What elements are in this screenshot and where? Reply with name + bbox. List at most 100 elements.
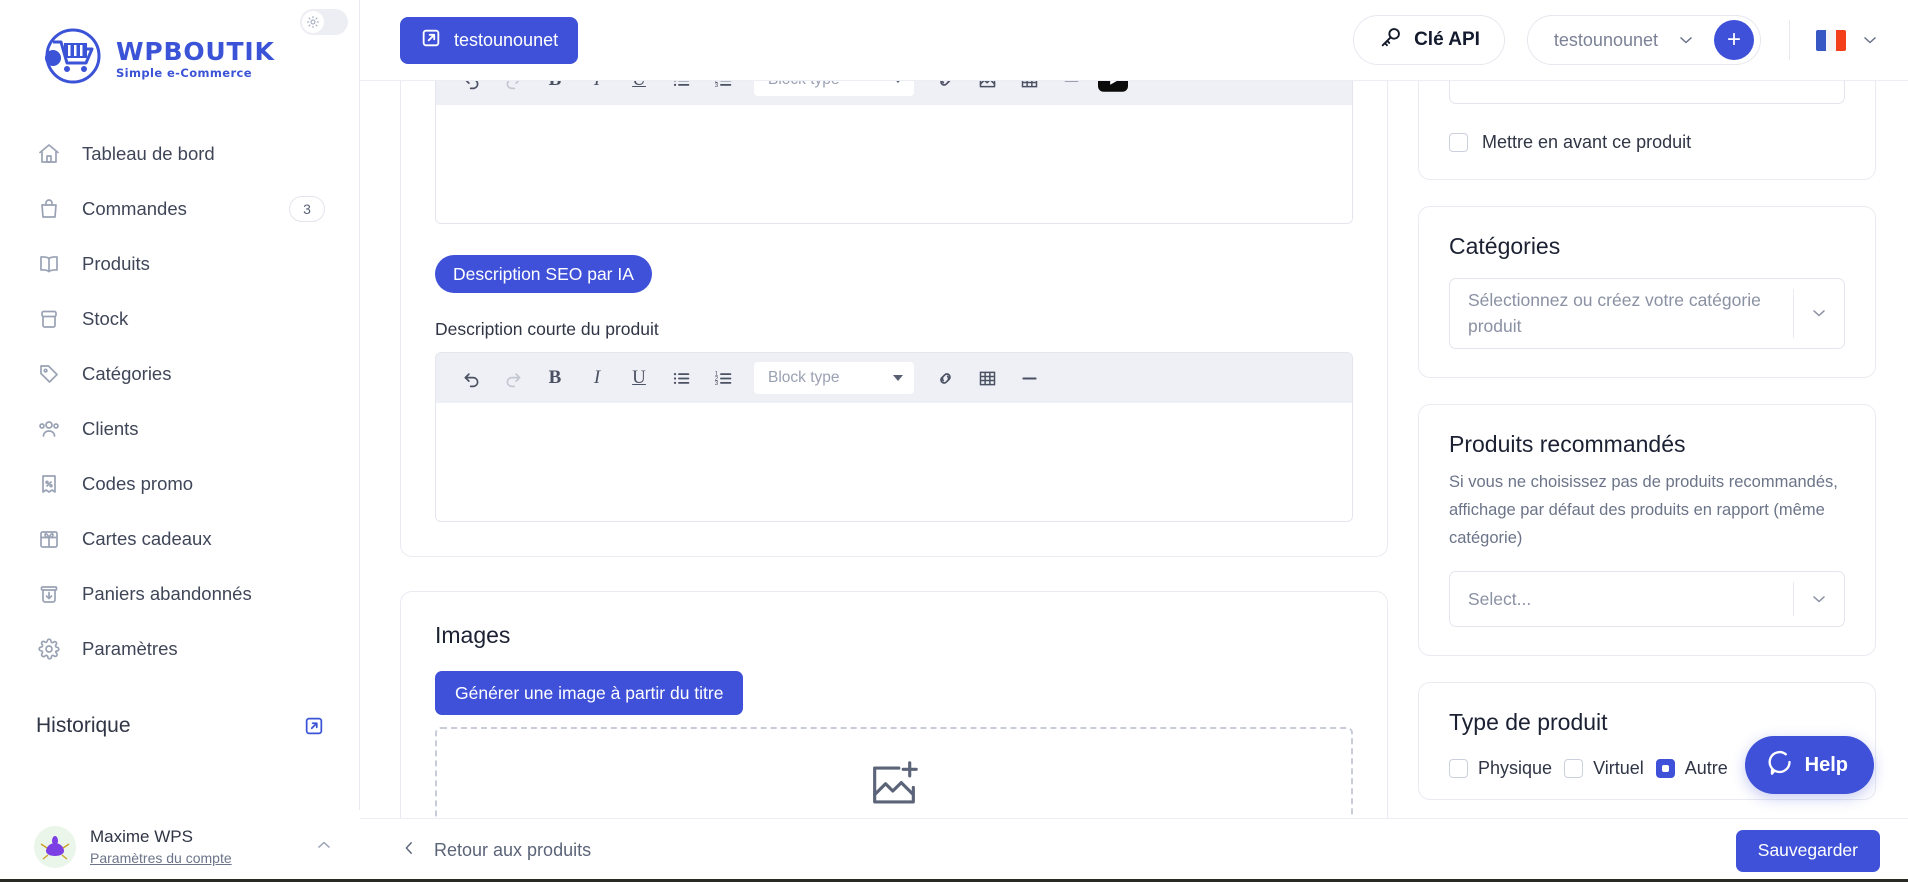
sidebar-item-produits[interactable]: Produits bbox=[0, 236, 359, 291]
tag-icon bbox=[36, 361, 62, 387]
editor-toolbar: B I U 123 Block type bbox=[436, 81, 1352, 105]
open-shop-button[interactable]: testounounet bbox=[400, 16, 579, 64]
chevron-down-icon[interactable] bbox=[1794, 589, 1844, 609]
bold-icon[interactable]: B bbox=[534, 81, 576, 101]
short-description-label: Description courte du produit bbox=[435, 319, 659, 339]
insert-table-icon[interactable] bbox=[1008, 81, 1050, 101]
categories-title: Catégories bbox=[1449, 233, 1561, 259]
recommended-select[interactable]: Select... bbox=[1449, 570, 1845, 627]
product-type-option-physique[interactable]: Physique bbox=[1449, 758, 1552, 779]
undo-icon[interactable] bbox=[450, 357, 492, 399]
physique-checkbox[interactable] bbox=[1449, 758, 1468, 778]
chevron-down-icon[interactable] bbox=[1676, 30, 1696, 50]
language-selector[interactable] bbox=[1816, 29, 1880, 51]
generate-image-button[interactable]: Générer une image à partir du titre bbox=[435, 671, 744, 715]
hidden-field-above[interactable] bbox=[1449, 81, 1845, 104]
user-account-box[interactable]: Maxime WPS Paramètres du compte bbox=[0, 810, 360, 882]
brand-tagline: Simple e-Commerce bbox=[116, 65, 252, 80]
insert-image-icon[interactable] bbox=[966, 81, 1008, 101]
block-type-value: Block type bbox=[768, 81, 840, 89]
avatar bbox=[34, 826, 76, 868]
sidebar-item-commandes[interactable]: Commandes 3 bbox=[0, 181, 359, 236]
link-icon[interactable] bbox=[924, 81, 966, 101]
main-column: B I U 123 Block type bbox=[400, 81, 1388, 818]
images-title: Images bbox=[435, 622, 511, 648]
store-selected-label: testounounet bbox=[1553, 29, 1658, 50]
image-dropzone[interactable] bbox=[435, 727, 1353, 818]
underline-icon[interactable]: U bbox=[618, 357, 660, 399]
sidebar-item-label: Cartes cadeaux bbox=[82, 527, 212, 549]
block-type-select[interactable]: Block type bbox=[754, 362, 914, 394]
help-label: Help bbox=[1804, 753, 1848, 776]
sidebar-item-tableau-de-bord[interactable]: Tableau de bord bbox=[0, 126, 359, 181]
sidebar-item-parametres[interactable]: Paramètres bbox=[0, 621, 359, 676]
theme-toggle[interactable] bbox=[300, 9, 348, 35]
physique-label: Physique bbox=[1478, 757, 1553, 778]
product-type-option-virtuel[interactable]: Virtuel bbox=[1564, 758, 1644, 779]
numbered-list-icon[interactable]: 123 bbox=[702, 81, 744, 101]
box-icon bbox=[36, 306, 62, 332]
featured-product-label: Mettre en avant ce produit bbox=[1482, 132, 1692, 152]
horizontal-rule-icon[interactable] bbox=[1008, 357, 1050, 399]
external-link-icon[interactable] bbox=[303, 715, 325, 737]
back-to-products-link[interactable]: Retour aux produits bbox=[400, 839, 591, 862]
main-area: testounounet Clé API testounounet + 3 De… bbox=[360, 0, 1908, 882]
bold-icon[interactable]: B bbox=[534, 357, 576, 399]
bulleted-list-icon[interactable] bbox=[660, 81, 702, 101]
account-settings-link[interactable]: Paramètres du compte bbox=[90, 850, 232, 866]
sun-icon bbox=[302, 11, 324, 33]
sidebar-item-paniers-abandonnes[interactable]: Paniers abandonnés bbox=[0, 566, 359, 621]
chevron-down-icon[interactable] bbox=[1794, 303, 1844, 323]
link-icon[interactable] bbox=[924, 357, 966, 399]
italic-icon[interactable]: I bbox=[576, 357, 618, 399]
sidebar: WPBOUTIK Simple e-Commerce Tableau de bo… bbox=[0, 0, 360, 882]
help-button[interactable]: Help bbox=[1744, 736, 1874, 794]
back-to-products-label: Retour aux produits bbox=[434, 840, 592, 860]
youtube-icon[interactable] bbox=[1092, 81, 1134, 101]
add-store-button[interactable]: + bbox=[1714, 20, 1754, 60]
category-select[interactable]: Sélectionnez ou créez votre catégorie pr… bbox=[1449, 278, 1845, 349]
caret-down-icon bbox=[893, 81, 903, 83]
chevron-down-icon[interactable] bbox=[1860, 30, 1880, 50]
shopping-cart-logo-icon bbox=[40, 26, 106, 92]
virtuel-checkbox[interactable] bbox=[1564, 758, 1584, 778]
save-button[interactable]: Sauvegarder bbox=[1735, 829, 1880, 872]
short-description-editor[interactable]: B I U 123 Block type bbox=[435, 352, 1353, 522]
user-name: Maxime WPS bbox=[90, 827, 193, 847]
external-link-icon bbox=[420, 27, 442, 54]
chevron-up-icon[interactable] bbox=[314, 835, 334, 860]
block-type-select[interactable]: Block type bbox=[754, 81, 914, 96]
featured-product-row[interactable]: Mettre en avant ce produit bbox=[1449, 132, 1845, 153]
store-selector[interactable]: testounounet + bbox=[1526, 15, 1761, 65]
sidebar-item-clients[interactable]: Clients bbox=[0, 401, 359, 456]
sidebar-item-historique[interactable]: Historique bbox=[0, 704, 359, 748]
sidebar-item-stock[interactable]: Stock bbox=[0, 291, 359, 346]
seo-ai-description-button[interactable]: Description SEO par IA bbox=[435, 255, 652, 293]
product-type-option-autre[interactable]: Autre bbox=[1655, 758, 1728, 779]
horizontal-rule-icon[interactable] bbox=[1050, 81, 1092, 101]
bulleted-list-icon[interactable] bbox=[660, 357, 702, 399]
long-description-editor[interactable]: B I U 123 Block type bbox=[435, 81, 1353, 224]
redo-icon[interactable] bbox=[492, 357, 534, 399]
sidebar-item-categories[interactable]: Catégories bbox=[0, 346, 359, 401]
content-region: B I U 123 Block type bbox=[360, 81, 1908, 818]
insert-table-icon[interactable] bbox=[966, 357, 1008, 399]
recommended-description: Si vous ne choisissez pas de produits re… bbox=[1449, 472, 1838, 548]
recommended-products-card: Produits recommandés Si vous ne choisiss… bbox=[1418, 403, 1876, 656]
autre-checkbox[interactable] bbox=[1655, 758, 1675, 778]
sidebar-item-cartes-cadeaux[interactable]: Cartes cadeaux bbox=[0, 511, 359, 566]
featured-product-checkbox[interactable] bbox=[1449, 133, 1468, 152]
svg-text:3: 3 bbox=[714, 81, 718, 88]
redo-icon[interactable] bbox=[492, 81, 534, 101]
numbered-list-icon[interactable]: 123 bbox=[702, 357, 744, 399]
italic-icon[interactable]: I bbox=[576, 81, 618, 101]
recommended-select-placeholder: Select... bbox=[1468, 588, 1532, 609]
api-key-button[interactable]: Clé API bbox=[1353, 15, 1505, 65]
long-description-text-area[interactable] bbox=[436, 105, 1352, 223]
sidebar-item-codes-promo[interactable]: Codes promo bbox=[0, 456, 359, 511]
virtuel-label: Virtuel bbox=[1593, 757, 1644, 778]
underline-icon[interactable]: U bbox=[618, 81, 660, 101]
undo-icon[interactable] bbox=[450, 81, 492, 101]
bottom-action-bar: Retour aux produits Sauvegarder bbox=[360, 818, 1908, 882]
short-description-text-area[interactable] bbox=[436, 403, 1352, 521]
